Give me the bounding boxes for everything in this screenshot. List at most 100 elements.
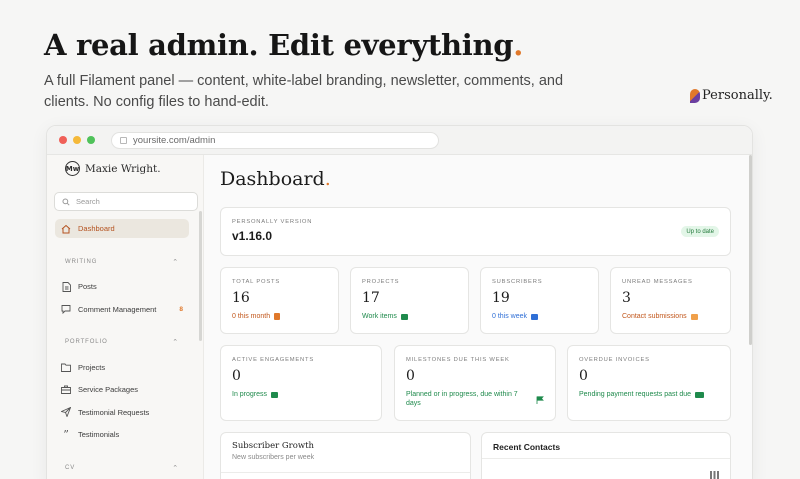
stat-label: PROJECTS [362,279,400,285]
sidebar-item-posts[interactable]: Posts [55,277,189,296]
panel-divider [482,458,730,459]
stat-value: 16 [232,290,250,306]
banknote-icon [695,391,705,398]
hero-title-dot: . [513,28,524,62]
nav-group-cv[interactable]: CV ⌃ [65,461,179,474]
stat-card-projects[interactable]: PROJECTS 17 Work items [350,267,469,334]
stat-card-milestones[interactable]: MILESTONES DUE THIS WEEK 0 Planned or in… [394,345,556,421]
sidebar-item-projects[interactable]: Projects [55,358,189,377]
nav-group-label: CV [65,464,76,471]
flag-icon [536,396,544,407]
folder-icon [61,362,71,372]
folder-icon [400,313,408,320]
stat-description: Contact submissions [622,312,719,321]
stat-label: OVERDUE INVOICES [579,357,650,363]
personally-logo-mark-icon [690,88,700,103]
browser-window: yoursite.com/admin Mw Maxie Wright. Sear… [46,125,753,479]
search-icon [62,197,70,206]
stat-description: 0 this week [492,312,587,321]
stat-label: TOTAL POSTS [232,279,280,285]
comment-count-badge: 8 [179,305,183,313]
sidebar-brand-name: Maxie Wright. [85,162,161,175]
sidebar-item-label: Testimonial Requests [78,407,150,417]
subscriber-growth-panel: Subscriber Growth New subscribers per we… [220,432,471,479]
version-value: v1.16.0 [232,229,273,243]
stat-value: 0 [579,368,588,384]
stat-description: Planned or in progress, due within 7 day… [406,390,544,408]
sidebar-logo-icon: Mw [65,161,80,176]
stat-label: UNREAD MESSAGES [622,279,693,285]
address-bar[interactable]: yoursite.com/admin [111,131,439,149]
column-toggle-icon[interactable] [710,466,719,479]
recent-contacts-panel: Recent Contacts [481,432,731,479]
stat-description-text: 0 this week [492,313,528,320]
stat-description-text: 0 this month [232,313,271,320]
page-title: Dashboard. [220,168,331,190]
mail-icon [531,313,539,320]
sidebar-search-input[interactable]: Search [54,192,198,211]
panel-title: Recent Contacts [493,442,561,452]
chevron-up-icon: ⌃ [172,258,179,266]
nav-group-label: WRITING [65,258,98,265]
document-icon [61,281,71,292]
stat-card-subscribers[interactable]: SUBSCRIBERS 19 0 this week [480,267,599,334]
home-icon [61,224,71,234]
hero-title-text: A real admin. Edit everything [44,28,514,62]
sidebar-item-testimonial-requests[interactable]: Testimonial Requests [55,403,189,422]
panel-divider [221,472,470,473]
stat-description-text: Pending payment requests past due [579,391,692,398]
close-window-button[interactable] [59,136,67,144]
sidebar-item-service-packages[interactable]: Service Packages [55,380,189,399]
page-title-text: Dashboard [220,168,325,190]
nav-group-writing[interactable]: WRITING ⌃ [65,255,179,268]
sidebar: Mw Maxie Wright. Search Dashboard WRITIN… [47,155,204,479]
stat-label: SUBSCRIBERS [492,279,543,285]
stat-card-total-posts[interactable]: TOTAL POSTS 16 0 this month [220,267,339,334]
personally-logo: Personally. [690,88,773,103]
minimize-window-button[interactable] [73,136,81,144]
stat-description: 0 this month [232,312,327,321]
nav-group-label: PORTFOLIO [65,339,108,345]
sidebar-item-comment-management[interactable]: Comment Management 8 [55,300,189,319]
stat-value: 3 [622,290,631,306]
sidebar-nav: Dashboard WRITING ⌃ Posts Comment Manage… [47,219,197,479]
hero-subtitle: A full Filament panel — content, white-l… [44,73,564,110]
sidebar-item-label: Projects [78,362,106,372]
sidebar-item-label: Posts [78,282,97,291]
main-content: Dashboard. PERSONALLY VERSION v1.16.0 Up… [204,155,752,479]
stat-description-text: Planned or in progress, due within 7 day… [406,391,518,407]
stat-card-active-engagements[interactable]: ACTIVE ENGAGEMENTS 0 In progress [220,345,382,421]
sidebar-item-testimonials[interactable]: ” Testimonials [55,425,189,444]
hero-title: A real admin. Edit everything. [44,28,523,62]
panel-title: Subscriber Growth [232,441,315,451]
panel-subtitle: New subscribers per week [232,454,315,461]
main-scrollbar[interactable] [749,155,752,345]
stat-description-text: In progress [232,391,268,398]
sidebar-brand[interactable]: Mw Maxie Wright. [65,161,161,176]
sidebar-item-label: Dashboard [78,224,115,233]
search-placeholder: Search [76,197,100,206]
browser-chrome: yoursite.com/admin [47,126,752,155]
document-icon [274,313,281,320]
inbox-icon [690,313,698,320]
maximize-window-button[interactable] [87,136,95,144]
nav-group-portfolio[interactable]: PORTFOLIO ⌃ [65,336,179,349]
stat-description: In progress [232,390,370,399]
send-icon [61,407,71,417]
page-title-dot: . [324,168,331,190]
stat-value: 19 [492,290,510,306]
stat-description-text: Contact submissions [622,313,687,320]
sidebar-item-dashboard[interactable]: Dashboard [55,219,189,238]
stat-card-unread-messages[interactable]: UNREAD MESSAGES 3 Contact submissions [610,267,731,334]
briefcase-icon [271,391,279,398]
quote-icon: ” [63,428,69,441]
stat-value: 0 [232,368,241,384]
chevron-up-icon: ⌃ [172,464,179,472]
stat-value: 0 [406,368,415,384]
version-card: PERSONALLY VERSION v1.16.0 Up to date [220,207,731,256]
stat-card-overdue-invoices[interactable]: OVERDUE INVOICES 0 Pending payment reque… [567,345,731,421]
sidebar-item-label: Service Packages [78,385,139,394]
sidebar-item-label: Testimonials [78,430,120,439]
sidebar-scrollbar[interactable] [199,211,202,341]
status-badge: Up to date [681,226,719,237]
